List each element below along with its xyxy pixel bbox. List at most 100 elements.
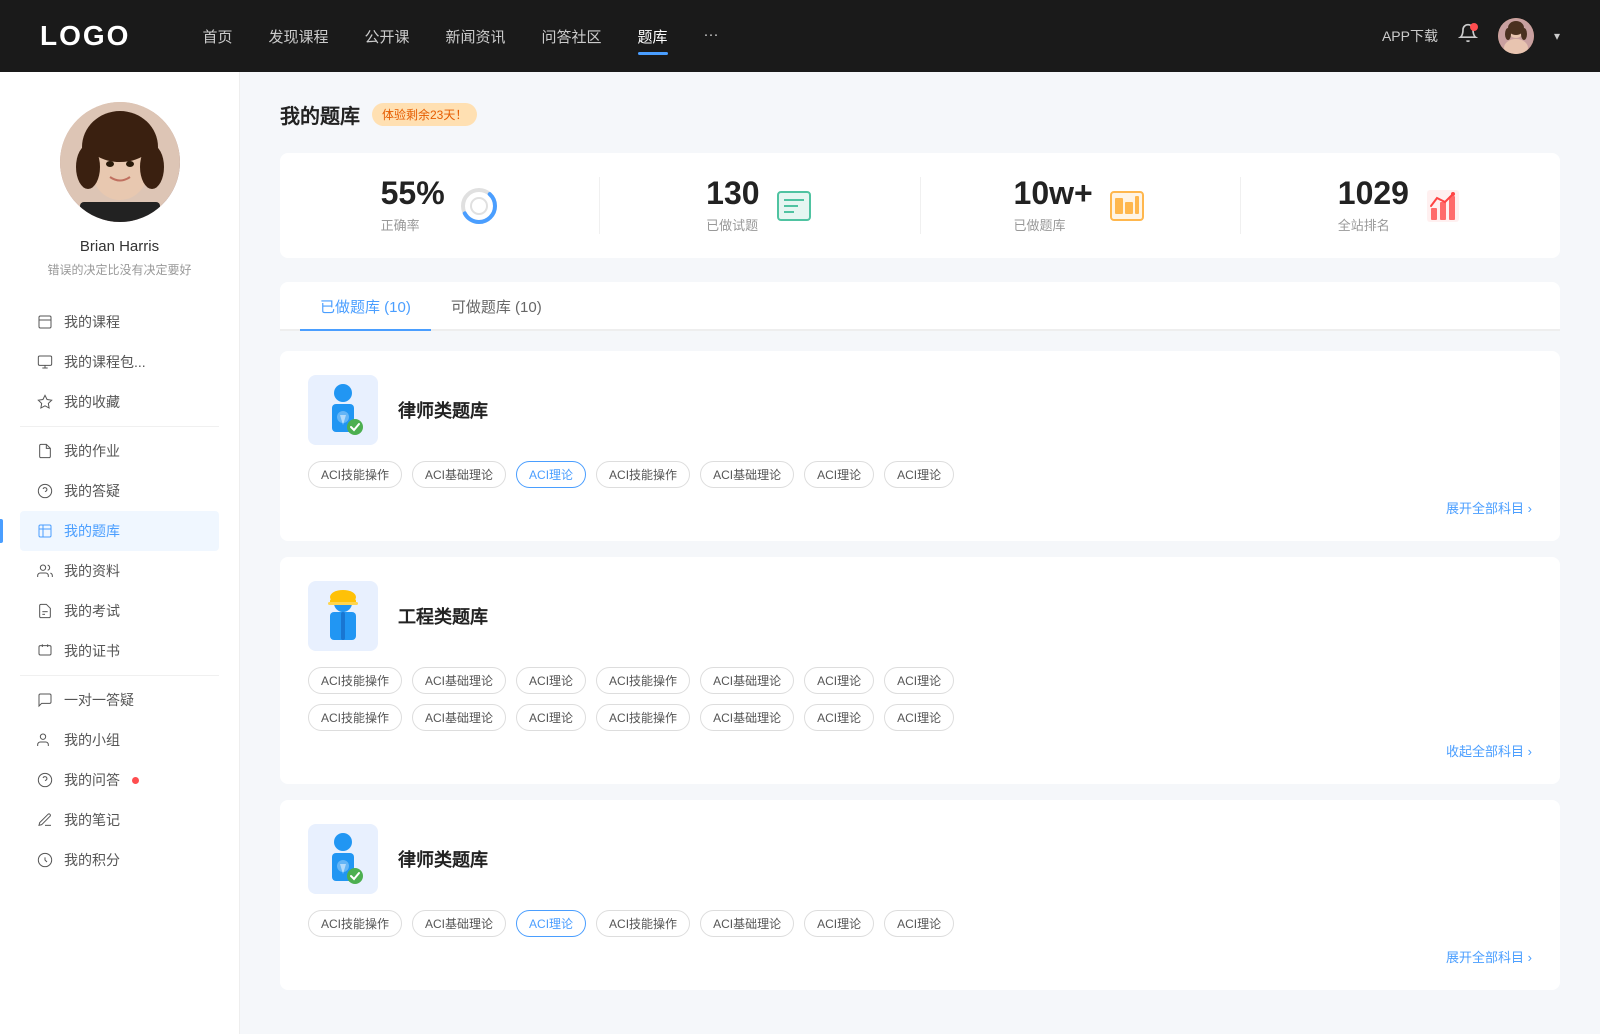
tag-2-5[interactable]: ACI理论 — [804, 910, 874, 937]
stat-ranking-text: 1029 全站排名 — [1338, 177, 1409, 234]
stat-done-banks-label: 已做题库 — [1014, 215, 1093, 234]
tag-2-2[interactable]: ACI理论 — [516, 910, 586, 937]
qbank-icon-0 — [308, 375, 378, 445]
tag-2-4[interactable]: ACI基础理论 — [700, 910, 794, 937]
profile-icon — [36, 562, 54, 580]
tag-0-6[interactable]: ACI理论 — [884, 461, 954, 488]
nav-opencourse[interactable]: 公开课 — [364, 22, 409, 51]
sidebar-item-favorites[interactable]: 我的收藏 — [20, 382, 219, 422]
nav-qbank[interactable]: 题库 — [638, 22, 668, 51]
sidebar-item-exam[interactable]: 我的考试 — [20, 591, 219, 631]
tag-1-r2-2[interactable]: ACI理论 — [516, 704, 586, 731]
main-content: 我的题库 体验剩余23天！ 55% 正确率 — [240, 72, 1600, 1034]
tag-1-r1-0[interactable]: ACI技能操作 — [308, 667, 402, 694]
tag-1-r1-1[interactable]: ACI基础理论 — [412, 667, 506, 694]
stat-accuracy-label: 正确率 — [381, 215, 445, 234]
sidebar-item-qanda[interactable]: 我的答疑 — [20, 471, 219, 511]
user-avatar-image — [60, 102, 180, 222]
sidebar-item-points-label: 我的积分 — [64, 850, 120, 870]
tag-0-1[interactable]: ACI基础理论 — [412, 461, 506, 488]
stat-done-questions-text: 130 已做试题 — [706, 177, 759, 234]
qbank-list: 律师类题库 ACI技能操作 ACI基础理论 ACI理论 ACI技能操作 ACI基… — [280, 351, 1560, 1006]
sidebar-item-myqa[interactable]: 我的问答 — [20, 760, 219, 800]
sidebar-item-1on1[interactable]: 一对一答疑 — [20, 680, 219, 720]
collapse-btn-1[interactable]: 收起全部科目 › — [1446, 741, 1532, 760]
nav-home[interactable]: 首页 — [202, 22, 232, 51]
ranking-icon — [1423, 186, 1463, 226]
tab-done[interactable]: 已做题库 (10) — [300, 282, 431, 331]
user-avatar — [60, 102, 180, 222]
tabs: 已做题库 (10) 可做题库 (10) — [280, 282, 1560, 331]
stat-ranking: 1029 全站排名 — [1241, 177, 1560, 234]
stat-done-banks-value: 10w+ — [1014, 177, 1093, 209]
avatar-dropdown-arrow[interactable]: ▾ — [1554, 29, 1560, 43]
stat-accuracy-value: 55% — [381, 177, 445, 209]
qbank-footer-0: 展开全部科目 › — [308, 498, 1532, 517]
tag-1-r2-6[interactable]: ACI理论 — [884, 704, 954, 731]
tag-2-0[interactable]: ACI技能操作 — [308, 910, 402, 937]
qbank-header-2: 律师类题库 — [308, 824, 1532, 894]
tag-1-r1-4[interactable]: ACI基础理论 — [700, 667, 794, 694]
qbank-header-0: 律师类题库 — [308, 375, 1532, 445]
tag-2-3[interactable]: ACI技能操作 — [596, 910, 690, 937]
sidebar-item-certificate[interactable]: 我的证书 — [20, 631, 219, 671]
navbar-right: APP下载 ▾ — [1382, 18, 1560, 54]
tag-2-6[interactable]: ACI理论 — [884, 910, 954, 937]
sidebar-item-coursepackage[interactable]: 我的课程包... — [20, 342, 219, 382]
tag-1-r2-1[interactable]: ACI基础理论 — [412, 704, 506, 731]
expand-btn-0[interactable]: 展开全部科目 › — [1446, 498, 1532, 517]
stat-ranking-label: 全站排名 — [1338, 215, 1409, 234]
sidebar-item-notes[interactable]: 我的笔记 — [20, 800, 219, 840]
sidebar-item-homework[interactable]: 我的作业 — [20, 431, 219, 471]
tag-1-r2-5[interactable]: ACI理论 — [804, 704, 874, 731]
qbank-name-1: 工程类题库 — [398, 603, 488, 629]
tab-available[interactable]: 可做题库 (10) — [431, 282, 562, 331]
stat-done-questions: 130 已做试题 — [600, 177, 920, 234]
nav-menu: 首页 发现课程 公开课 新闻资讯 问答社区 题库 ··· — [202, 22, 1350, 51]
tag-1-r1-5[interactable]: ACI理论 — [804, 667, 874, 694]
tag-0-4[interactable]: ACI基础理论 — [700, 461, 794, 488]
expand-btn-2[interactable]: 展开全部科目 › — [1446, 947, 1532, 966]
nav-more[interactable]: ··· — [704, 22, 719, 51]
stats-row: 55% 正确率 130 已做试题 — [280, 153, 1560, 258]
done-questions-icon — [774, 186, 814, 226]
nav-news[interactable]: 新闻资讯 — [446, 22, 506, 51]
sidebar-item-course[interactable]: 我的课程 — [20, 302, 219, 342]
stat-accuracy: 55% 正确率 — [280, 177, 600, 234]
stat-done-questions-label: 已做试题 — [706, 215, 759, 234]
avatar[interactable] — [1498, 18, 1534, 54]
tag-1-r1-6[interactable]: ACI理论 — [884, 667, 954, 694]
tag-1-r2-4[interactable]: ACI基础理论 — [700, 704, 794, 731]
sidebar-item-profile[interactable]: 我的资料 — [20, 551, 219, 591]
page-title: 我的题库 — [280, 100, 360, 129]
tag-1-r2-0[interactable]: ACI技能操作 — [308, 704, 402, 731]
qbank-tags-row1-1: ACI技能操作 ACI基础理论 ACI理论 ACI技能操作 ACI基础理论 AC… — [308, 667, 1532, 694]
sidebar-item-coursepackage-label: 我的课程包... — [64, 352, 146, 372]
notification-bell[interactable] — [1458, 23, 1478, 49]
sidebar-item-course-label: 我的课程 — [64, 312, 120, 332]
qbank-footer-1: 收起全部科目 › — [308, 741, 1532, 760]
tag-0-5[interactable]: ACI理论 — [804, 461, 874, 488]
tag-2-1[interactable]: ACI基础理论 — [412, 910, 506, 937]
qbank-tags-2: ACI技能操作 ACI基础理论 ACI理论 ACI技能操作 ACI基础理论 AC… — [308, 910, 1532, 937]
sidebar-item-qbank-label: 我的题库 — [64, 521, 120, 541]
nav-qa[interactable]: 问答社区 — [542, 22, 602, 51]
tag-1-r1-3[interactable]: ACI技能操作 — [596, 667, 690, 694]
tag-1-r2-3[interactable]: ACI技能操作 — [596, 704, 690, 731]
stat-done-questions-value: 130 — [706, 177, 759, 209]
points-icon — [36, 851, 54, 869]
nav-discover[interactable]: 发现课程 — [268, 22, 328, 51]
tag-0-2[interactable]: ACI理论 — [516, 461, 586, 488]
sidebar-item-qbank[interactable]: 我的题库 — [20, 511, 219, 551]
logo: LOGO — [40, 20, 130, 52]
group-icon — [36, 731, 54, 749]
sidebar-item-points[interactable]: 我的积分 — [20, 840, 219, 880]
tag-0-0[interactable]: ACI技能操作 — [308, 461, 402, 488]
app-download-link[interactable]: APP下载 — [1382, 26, 1438, 46]
sidebar-item-notes-label: 我的笔记 — [64, 810, 120, 830]
sidebar-item-group[interactable]: 我的小组 — [20, 720, 219, 760]
sidebar-divider-1 — [20, 426, 219, 427]
tag-1-r1-2[interactable]: ACI理论 — [516, 667, 586, 694]
navbar: LOGO 首页 发现课程 公开课 新闻资讯 问答社区 题库 ··· APP下载 — [0, 0, 1600, 72]
tag-0-3[interactable]: ACI技能操作 — [596, 461, 690, 488]
